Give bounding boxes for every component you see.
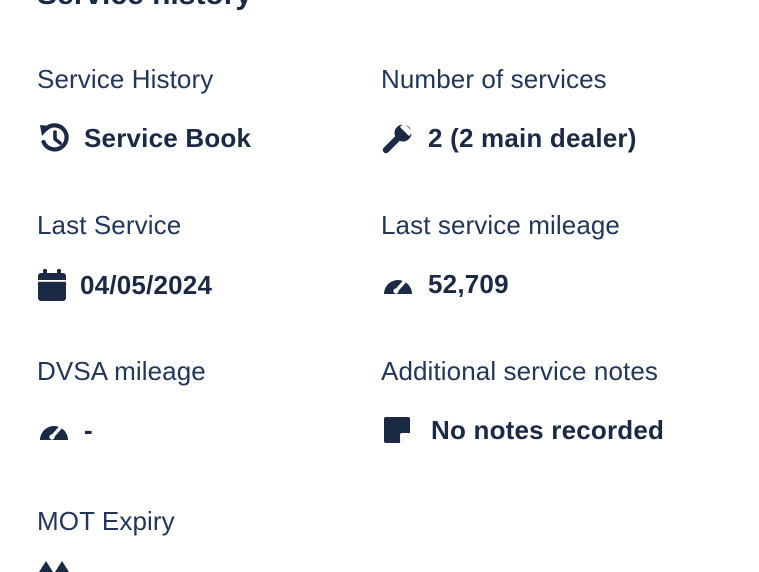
service-history-value: Service Book (84, 122, 252, 153)
last-service-label: Last Service (37, 210, 182, 240)
last-service-value-row: 04/05/2024 (37, 268, 212, 302)
wrench-icon (381, 122, 415, 154)
service-history-label: Service History (37, 64, 214, 94)
dvsa-mileage-label: DVSA mileage (37, 356, 206, 386)
last-service-value: 04/05/2024 (80, 269, 213, 300)
last-service-mileage-value: 52,709 (428, 268, 509, 299)
last-service-mileage-value-row: 52,709 (381, 268, 509, 300)
additional-service-notes-value-row: No notes recorded (381, 414, 664, 446)
service-history-value-row: Service Book (37, 122, 251, 154)
history-icon (37, 122, 71, 154)
additional-service-notes-field: Additional service notes No notes record… (381, 356, 751, 445)
dvsa-mileage-value: - (84, 414, 93, 445)
mot-icon (37, 558, 71, 572)
section-title: Service history (37, 0, 252, 12)
mot-expiry-value-row (37, 558, 71, 572)
dvsa-mileage-field: DVSA mileage - (37, 356, 367, 445)
speedometer-icon (37, 414, 71, 446)
mot-expiry-label: MOT Expiry (37, 506, 175, 536)
last-service-mileage-field: Last service mileage 52,709 (381, 210, 751, 299)
dvsa-mileage-value-row: - (37, 414, 93, 446)
sticky-note-icon (381, 414, 413, 446)
number-of-services-value: 2 (2 main dealer) (428, 122, 637, 153)
last-service-mileage-label: Last service mileage (381, 210, 620, 240)
last-service-field: Last Service 04/05/2024 (37, 210, 367, 301)
number-of-services-value-row: 2 (2 main dealer) (381, 122, 637, 154)
additional-service-notes-value: No notes recorded (431, 414, 665, 445)
service-history-field: Service History Service Book (37, 64, 367, 153)
calendar-icon (37, 268, 67, 302)
mot-expiry-field: MOT Expiry (37, 506, 367, 572)
number-of-services-field: Number of services 2 (2 main dealer) (381, 64, 751, 154)
number-of-services-label: Number of services (381, 64, 607, 94)
additional-service-notes-label: Additional service notes (381, 356, 658, 386)
speedometer-icon (381, 268, 415, 300)
